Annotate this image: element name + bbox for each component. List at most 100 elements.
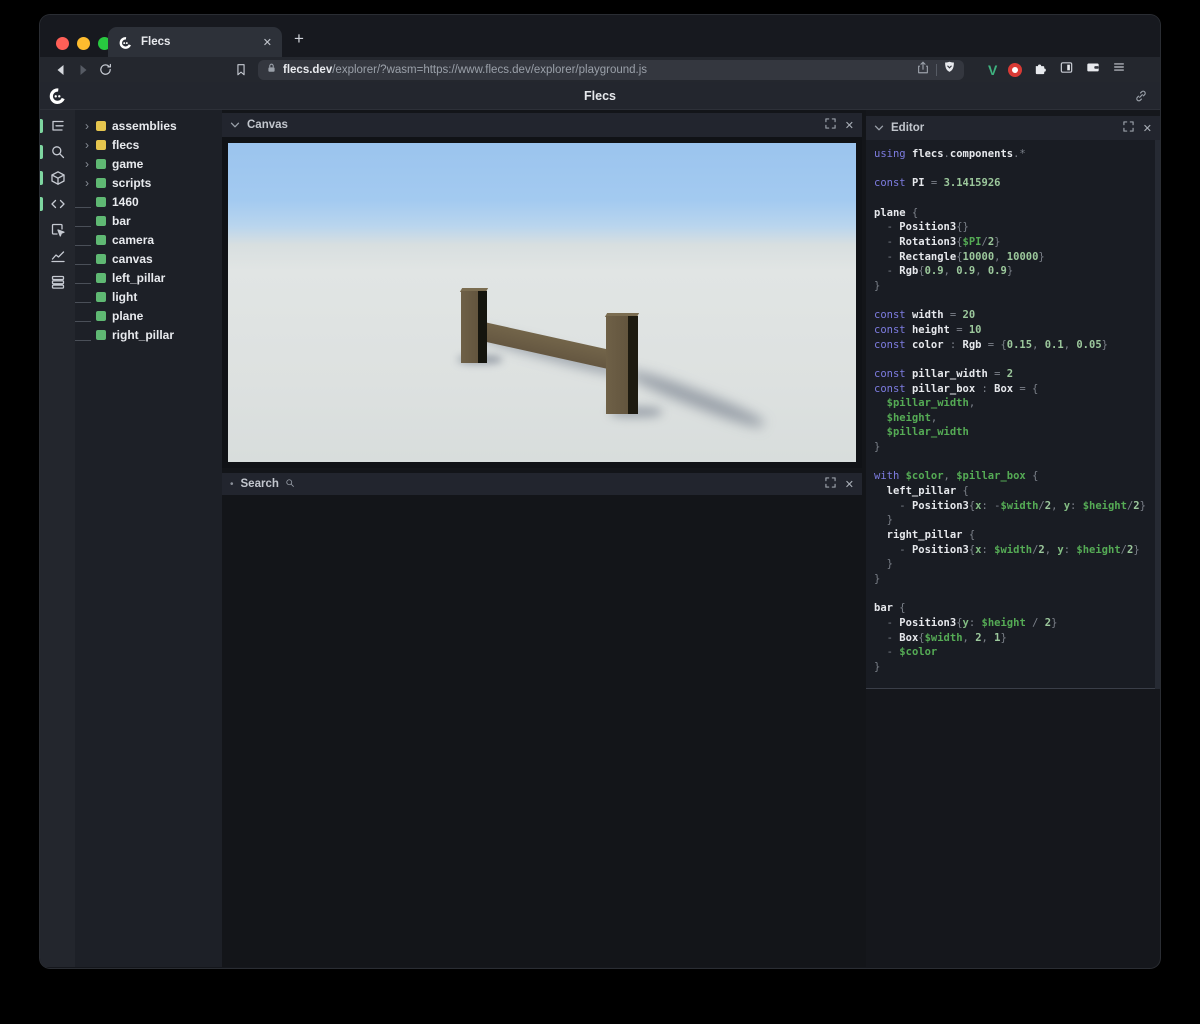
code-line: const color : Rgb = {0.15, 0.1, 0.05}: [874, 338, 1108, 351]
chevron-down-icon[interactable]: [230, 116, 240, 134]
tree-item-canvas[interactable]: canvas: [75, 249, 222, 268]
bar-shadow: [627, 366, 767, 432]
entity-color-square: [96, 177, 106, 188]
vue-devtools-extension-icon[interactable]: V: [988, 62, 997, 78]
search-icon[interactable]: [40, 144, 75, 160]
center-column: Canvas ✕ • Search ✕: [222, 110, 866, 967]
share-icon[interactable]: [916, 60, 930, 80]
icon-rail: [40, 110, 75, 967]
tree-item-plane[interactable]: plane: [75, 306, 222, 325]
brave-shield-icon[interactable]: [943, 60, 956, 79]
tree-item-scripts[interactable]: › scripts: [75, 173, 222, 192]
menu-icon[interactable]: [1112, 60, 1126, 79]
code-content[interactable]: using flecs.components.* const PI = 3.14…: [866, 140, 1160, 689]
tree-item-left_pillar[interactable]: left_pillar: [75, 268, 222, 287]
tree-item-right_pillar[interactable]: right_pillar: [75, 325, 222, 344]
entity-label: bar: [112, 213, 131, 228]
reload-button[interactable]: [94, 62, 116, 77]
entity-color-square: [96, 253, 106, 264]
entity-label: scripts: [112, 175, 152, 190]
collapsed-bullet-icon[interactable]: •: [230, 479, 234, 490]
code-line: - Rgb{0.9, 0.9, 0.9}: [874, 265, 1014, 278]
entity-label: assemblies: [112, 118, 177, 133]
extensions-puzzle-icon[interactable]: [1033, 60, 1048, 80]
code-line: bar {: [874, 602, 906, 615]
expand-chevron-icon[interactable]: ›: [80, 158, 94, 170]
code-line: }: [874, 558, 893, 571]
close-panel-icon[interactable]: ✕: [845, 478, 854, 491]
code-line: const height = 10: [874, 323, 982, 336]
code-line: const pillar_width = 2: [874, 367, 1014, 380]
url-domain: flecs.dev: [283, 63, 333, 76]
tree-item-camera[interactable]: camera: [75, 230, 222, 249]
code-line: right_pillar {: [874, 529, 976, 542]
browser-tab[interactable]: Flecs ✕: [108, 27, 282, 57]
code-line: }: [874, 441, 881, 454]
red-extension-icon[interactable]: [1008, 62, 1023, 77]
tree-view-icon[interactable]: [40, 118, 75, 134]
main-area: › assemblies › flecs › game › scripts 1460 bar cam…: [40, 110, 1160, 967]
entity-color-square: [96, 234, 106, 245]
url-text: flecs.dev/explorer/?wasm=https://www.fle…: [283, 64, 910, 76]
chart-icon[interactable]: [40, 248, 75, 264]
close-panel-icon[interactable]: ✕: [1143, 122, 1152, 135]
new-tab-button[interactable]: +: [294, 29, 304, 49]
expand-panel-icon[interactable]: [825, 475, 836, 493]
entity-color-square: [96, 272, 106, 283]
tab-title: Flecs: [141, 36, 171, 48]
code-line: - Position3{}: [874, 221, 969, 234]
code-line: - $color: [874, 646, 938, 659]
tree-item-assemblies[interactable]: › assemblies: [75, 116, 222, 135]
expand-panel-icon[interactable]: [1123, 119, 1134, 137]
minimize-window-button[interactable]: [77, 37, 90, 50]
entity-label: 1460: [112, 194, 139, 209]
close-panel-icon[interactable]: ✕: [845, 119, 854, 132]
entity-label: plane: [112, 308, 144, 323]
code-line: const PI = 3.1415926: [874, 177, 1001, 190]
search-panel-header: • Search ✕: [222, 473, 862, 495]
entity-color-square: [96, 329, 106, 340]
entities-cube-icon[interactable]: [40, 170, 75, 186]
tab-strip: Flecs ✕ +: [40, 15, 1160, 57]
tree-item-light[interactable]: light: [75, 287, 222, 306]
entity-color-square: [96, 158, 106, 169]
search-panel: • Search ✕: [222, 473, 862, 495]
entity-color-square: [96, 139, 106, 150]
tree-item-bar[interactable]: bar: [75, 211, 222, 230]
close-window-button[interactable]: [56, 37, 69, 50]
code-line: - Position3{x: $width/2, y: $height/2}: [874, 543, 1140, 556]
wallet-icon[interactable]: [1085, 60, 1101, 79]
code-line: $pillar_width,: [874, 397, 976, 410]
tree-item-flecs[interactable]: › flecs: [75, 135, 222, 154]
chevron-down-icon[interactable]: [874, 119, 884, 137]
inspect-icon[interactable]: [40, 222, 75, 238]
code-line: - Rotation3{$PI/2}: [874, 235, 1001, 248]
sidebar-toggle-icon[interactable]: [1059, 60, 1074, 80]
app-header: Flecs: [40, 82, 1160, 110]
expand-chevron-icon[interactable]: ›: [80, 120, 94, 132]
code-line: }: [874, 279, 881, 292]
expand-panel-icon[interactable]: [825, 116, 836, 134]
share-link-icon[interactable]: [1134, 89, 1148, 108]
tab-close-icon[interactable]: ✕: [263, 36, 272, 49]
3d-scene[interactable]: [228, 143, 856, 462]
url-bar[interactable]: flecs.dev/explorer/?wasm=https://www.fle…: [258, 59, 964, 80]
code-line: }: [874, 660, 881, 673]
code-line: left_pillar {: [874, 485, 969, 498]
tree-item-game[interactable]: › game: [75, 154, 222, 173]
forward-button[interactable]: [72, 62, 94, 78]
expand-chevron-icon[interactable]: ›: [80, 177, 94, 189]
expand-chevron-icon[interactable]: ›: [80, 139, 94, 151]
tree-item-1460[interactable]: 1460: [75, 192, 222, 211]
canvas-panel: Canvas ✕: [222, 113, 862, 468]
code-line: $height,: [874, 411, 938, 424]
entity-label: flecs: [112, 137, 140, 152]
stats-icon[interactable]: [40, 274, 75, 290]
back-button[interactable]: [50, 62, 72, 78]
bookmark-icon[interactable]: [230, 62, 252, 77]
code-icon[interactable]: [40, 196, 75, 212]
